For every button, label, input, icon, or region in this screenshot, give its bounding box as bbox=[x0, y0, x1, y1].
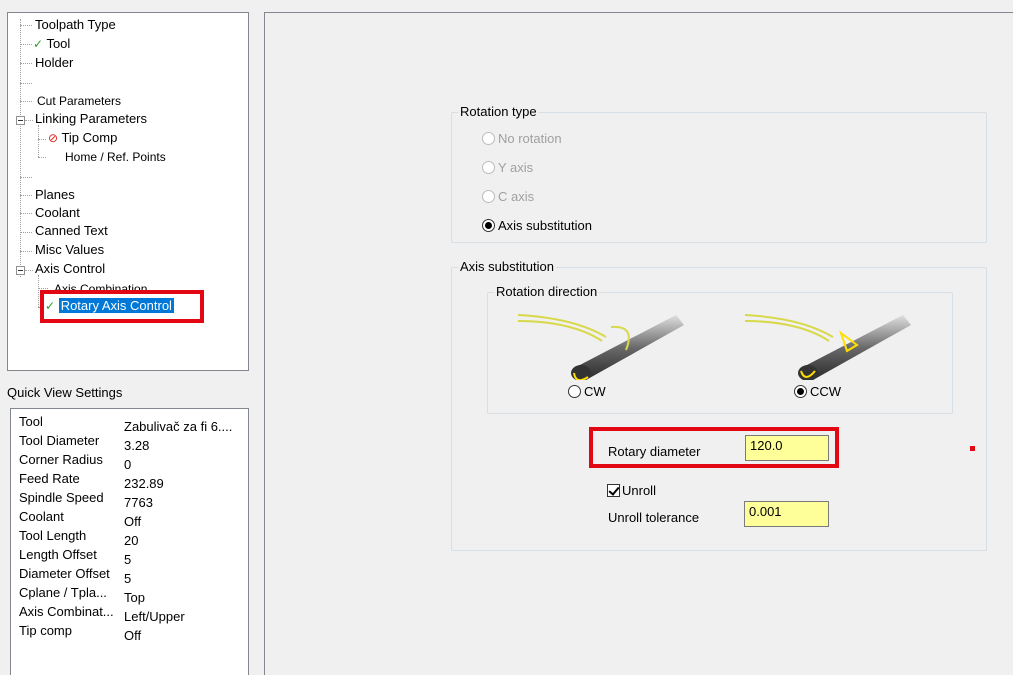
tree-item-planes[interactable]: Planes bbox=[35, 186, 75, 204]
tree-item-home-ref-points[interactable]: Home / Ref. Points bbox=[65, 148, 166, 166]
prohibited-icon: ⊘ bbox=[48, 131, 59, 145]
tree-child-line bbox=[38, 275, 39, 307]
tree-item-canned-text[interactable]: Canned Text bbox=[35, 222, 108, 240]
rotation-direction-group: Rotation direction CW CCW bbox=[487, 284, 953, 414]
radio-icon bbox=[568, 385, 581, 398]
radio-cw[interactable]: CW bbox=[568, 383, 606, 401]
cw-rotation-illustration-icon bbox=[517, 314, 684, 380]
collapse-linking-icon[interactable] bbox=[16, 116, 25, 125]
tree-connector bbox=[20, 177, 32, 178]
quick-view-row: Coolant Off bbox=[19, 509, 142, 529]
radio-axis-substitution[interactable]: Axis substitution bbox=[482, 217, 592, 235]
checkbox-checked-icon bbox=[607, 484, 620, 497]
rotation-direction-title: Rotation direction bbox=[494, 284, 600, 299]
rotation-type-title: Rotation type bbox=[458, 104, 539, 119]
rotation-type-group: Rotation type No rotation Y axis C axis … bbox=[451, 104, 987, 243]
radio-icon bbox=[482, 190, 495, 203]
radio-icon bbox=[482, 161, 495, 174]
tree-item-toolpath-type[interactable]: Toolpath Type bbox=[35, 16, 116, 34]
ccw-rotation-illustration-icon bbox=[744, 314, 911, 380]
axis-substitution-group: Axis substitution Rotation direction CW … bbox=[451, 259, 987, 551]
tree-connector bbox=[25, 270, 33, 271]
quick-view-row: Feed Rate 232.89 bbox=[19, 471, 164, 491]
tree-item-cut-parameters[interactable]: Cut Parameters bbox=[37, 92, 121, 110]
tree-item-tip-comp[interactable]: ⊘ Tip Comp bbox=[48, 129, 117, 147]
quick-view-row: Cplane / Tpla... Top bbox=[19, 585, 145, 605]
tree-connector bbox=[20, 101, 32, 102]
check-icon: ✓ bbox=[33, 37, 44, 51]
tree-connector bbox=[20, 44, 32, 45]
tree-connector bbox=[38, 157, 46, 158]
radio-ccw[interactable]: CCW bbox=[794, 383, 841, 401]
tree-connector bbox=[20, 83, 32, 84]
tree-item-coolant[interactable]: Coolant bbox=[35, 204, 80, 222]
tree-root-line bbox=[20, 19, 21, 277]
quick-view-row: Length Offset 5 bbox=[19, 547, 132, 567]
main-panel: Rotation type No rotation Y axis C axis … bbox=[264, 12, 1013, 675]
axis-substitution-title: Axis substitution bbox=[458, 259, 556, 274]
unroll-checkbox[interactable]: Unroll bbox=[607, 482, 656, 500]
quick-view-row: Tip comp Off bbox=[19, 623, 142, 643]
red-marker-icon bbox=[970, 446, 975, 451]
quick-view-row: Tool Diameter 3.28 bbox=[19, 433, 150, 453]
tree-connector bbox=[20, 232, 32, 233]
tree-connector bbox=[20, 251, 32, 252]
quick-view-row: Diameter Offset 5 bbox=[19, 566, 132, 586]
radio-no-rotation[interactable]: No rotation bbox=[482, 130, 562, 148]
tree-child-line bbox=[38, 125, 39, 157]
tree-connector bbox=[20, 195, 32, 196]
radio-c-axis[interactable]: C axis bbox=[482, 188, 534, 206]
tree-connector bbox=[25, 120, 33, 121]
highlight-box bbox=[40, 290, 204, 323]
quick-view-row: Axis Combinat... Left/Upper bbox=[19, 604, 185, 624]
parameter-tree: Toolpath Type ✓ Tool Holder Cut Paramete… bbox=[7, 12, 249, 371]
tree-connector bbox=[20, 25, 32, 26]
quick-view-panel: Tool Zabulivač za fi 6.... Tool Diameter 3… bbox=[10, 408, 249, 675]
quick-view-row: Spindle Speed 7763 bbox=[19, 490, 153, 510]
quick-view-row: Tool Zabulivač za fi 6.... bbox=[19, 414, 233, 434]
radio-selected-icon bbox=[794, 385, 807, 398]
tree-connector bbox=[38, 139, 46, 140]
tree-item-holder[interactable]: Holder bbox=[35, 54, 73, 72]
tree-connector bbox=[20, 213, 32, 214]
tree-connector bbox=[38, 288, 48, 289]
tree-item-tool[interactable]: ✓ Tool bbox=[33, 35, 70, 53]
quick-view-row: Corner Radius 0 bbox=[19, 452, 132, 472]
radio-y-axis[interactable]: Y axis bbox=[482, 159, 533, 177]
tree-item-linking-parameters[interactable]: Linking Parameters bbox=[35, 110, 147, 128]
quick-view-title: Quick View Settings bbox=[7, 385, 123, 400]
tree-connector bbox=[20, 63, 32, 64]
quick-view-row: Tool Length 20 bbox=[19, 528, 139, 548]
unroll-tolerance-label: Unroll tolerance bbox=[608, 510, 700, 525]
collapse-axis-control-icon[interactable] bbox=[16, 266, 25, 275]
tree-item-misc-values[interactable]: Misc Values bbox=[35, 241, 104, 259]
radio-selected-icon bbox=[482, 219, 495, 232]
highlight-box bbox=[589, 427, 839, 468]
radio-icon bbox=[482, 132, 495, 145]
unroll-tolerance-input[interactable]: 0.001 bbox=[744, 501, 829, 527]
tree-item-axis-control[interactable]: Axis Control bbox=[35, 260, 105, 278]
